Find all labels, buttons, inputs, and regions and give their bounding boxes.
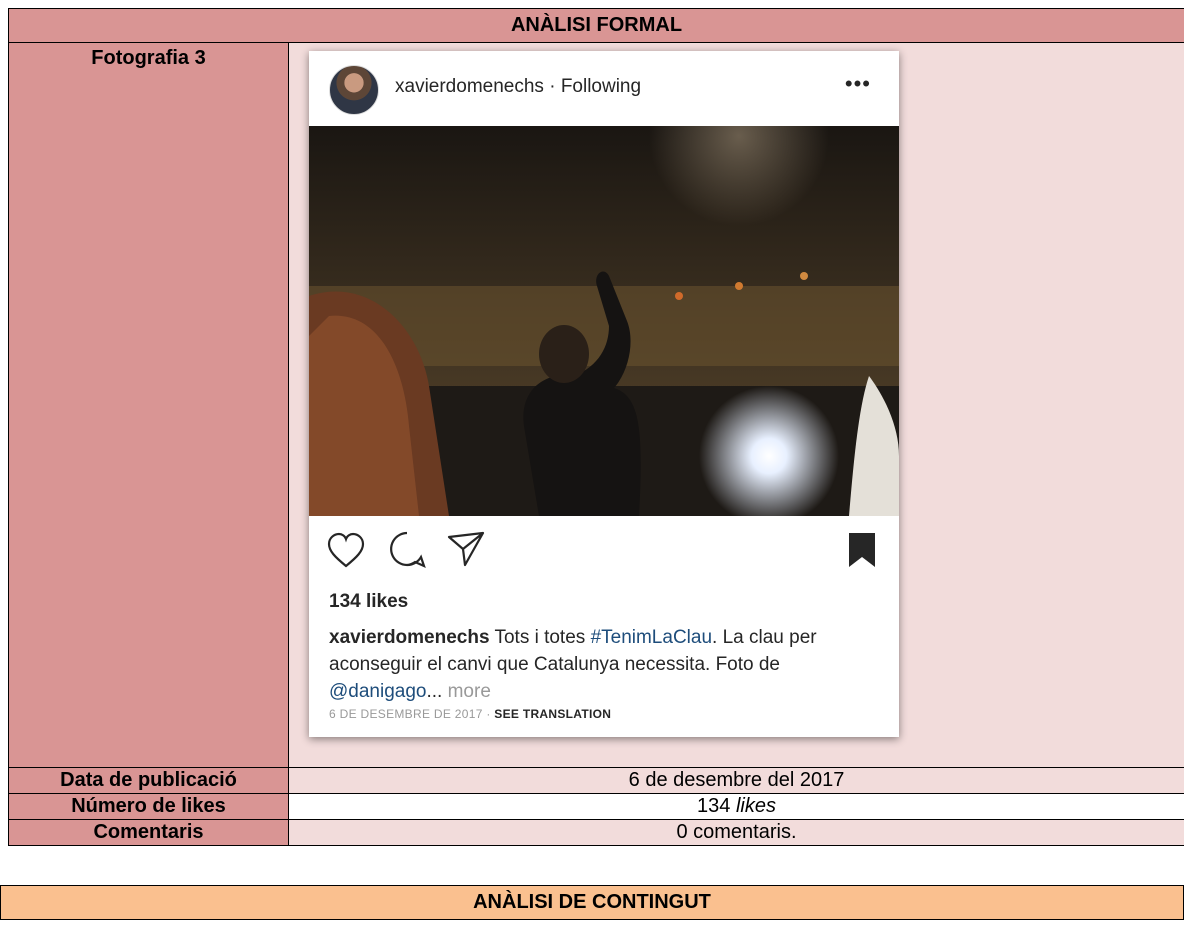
row-label-likes: Número de likes — [8, 793, 289, 820]
likes-count[interactable]: 134 likes — [329, 591, 408, 613]
caption-hashtag[interactable]: #TenimLaClau — [591, 627, 712, 648]
post-date: 6 DE DESEMBRE DE 2017 — [329, 707, 483, 721]
row-label-comments: Comentaris — [8, 819, 289, 846]
photo-cell: xavierdomenechs · Following ••• 134 like… — [288, 42, 1184, 768]
post-header: xavierdomenechs · Following ••• — [309, 51, 899, 126]
caption-text-1: Tots i totes — [489, 627, 591, 648]
separator: · — [543, 76, 561, 97]
avatar[interactable] — [329, 65, 379, 115]
bookmark-icon[interactable] — [849, 533, 875, 567]
row-value-comments: 0 comentaris. — [288, 819, 1184, 846]
date-separator: · — [482, 707, 495, 721]
see-translation-link[interactable]: SEE TRANSLATION — [494, 707, 611, 721]
follow-status[interactable]: Following — [561, 76, 641, 97]
post-actions-icons — [327, 531, 875, 569]
photo-label: Fotografia 3 — [8, 42, 289, 768]
row-value-likes: 134 likes — [288, 793, 1184, 820]
share-icon[interactable] — [447, 531, 485, 567]
heart-icon[interactable] — [327, 532, 365, 568]
caption-username[interactable]: xavierdomenechs — [329, 627, 490, 648]
formal-analysis-header: ANÀLISI FORMAL — [8, 8, 1184, 43]
post-photo — [309, 126, 899, 516]
instagram-post: xavierdomenechs · Following ••• 134 like… — [309, 51, 899, 737]
caption-mention[interactable]: @danigago — [329, 681, 426, 702]
post-actions — [309, 521, 899, 577]
post-date-line: 6 DE DESEMBRE DE 2017 · SEE TRANSLATION — [329, 707, 611, 721]
likes-word: likes — [735, 795, 776, 817]
content-analysis-table: ANÀLISI DE CONTINGUT — [0, 885, 1184, 920]
comment-icon[interactable] — [390, 531, 426, 569]
more-options-icon[interactable]: ••• — [845, 71, 871, 97]
likes-number: 134 — [697, 795, 736, 817]
username[interactable]: xavierdomenechs — [395, 76, 544, 97]
row-label-date: Data de publicació — [8, 767, 289, 794]
content-analysis-header: ANÀLISI DE CONTINGUT — [0, 885, 1184, 920]
post-author: xavierdomenechs · Following — [395, 76, 641, 98]
caption-ellipsis: ... — [426, 681, 448, 702]
formal-analysis-table: ANÀLISI FORMAL Fotografia 3 xavierdomene… — [8, 8, 1184, 846]
post-caption: xavierdomenechs Tots i totes #TenimLaCla… — [329, 624, 889, 705]
concert-photo-image — [309, 126, 899, 516]
caption-more-link[interactable]: more — [448, 681, 491, 702]
row-value-date: 6 de desembre del 2017 — [288, 767, 1184, 794]
